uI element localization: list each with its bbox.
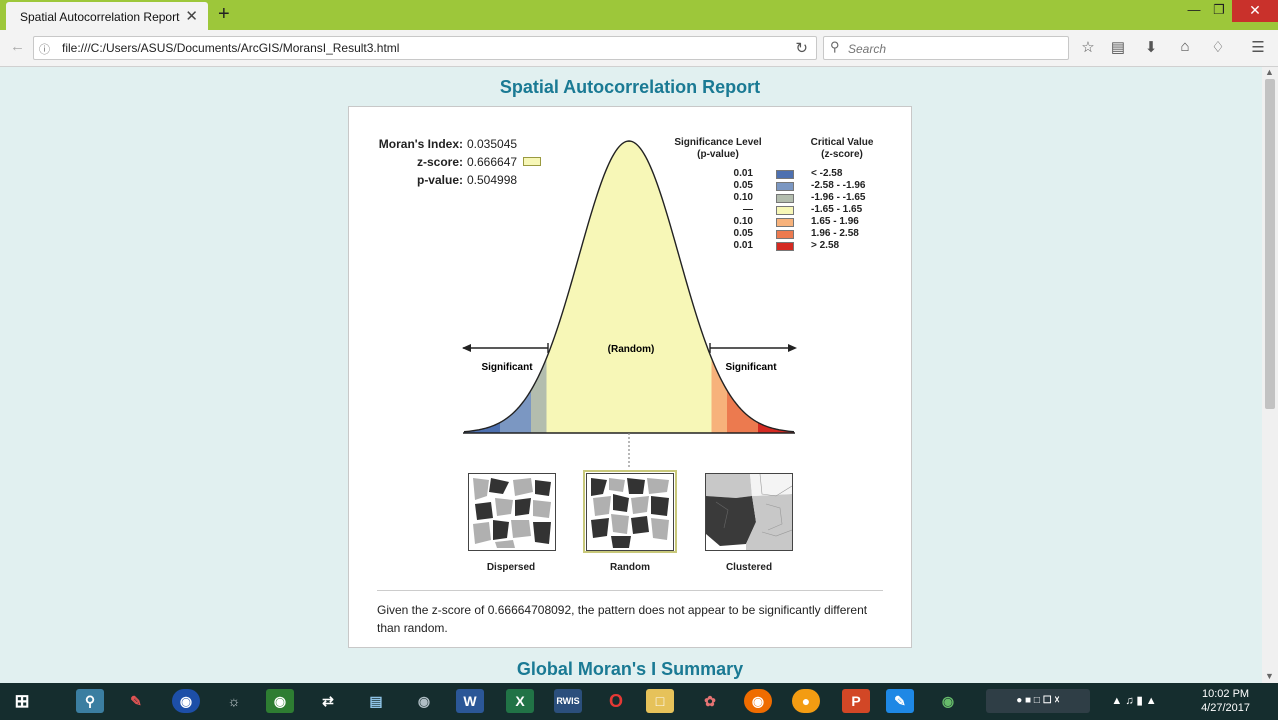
home-icon[interactable]: ⌂ — [1174, 38, 1196, 55]
curve-band — [546, 141, 712, 433]
clock-time: 10:02 PM — [1201, 688, 1250, 700]
tab-close-icon[interactable]: ✕ — [185, 7, 198, 25]
summary-title: Global Moran's I Summary — [516, 659, 744, 679]
pocket-icon[interactable]: ♢ — [1207, 38, 1229, 56]
windows-start-icon[interactable]: ⊞ — [8, 689, 36, 713]
document-app-icon[interactable]: ▤ — [362, 689, 390, 713]
downloads-icon[interactable]: ⬇ — [1140, 38, 1162, 56]
firefox-icon[interactable]: ◉ — [744, 689, 772, 713]
navigation-bar: ← ⓘ file:///C:/Users/ASUS/Documents/ArcG… — [0, 30, 1278, 67]
url-bar[interactable]: ⓘ file:///C:/Users/ASUS/Documents/ArcGIS… — [33, 36, 817, 60]
url-text[interactable]: file:///C:/Users/ASUS/Documents/ArcGIS/M… — [62, 41, 399, 55]
disc-app-icon[interactable]: ◉ — [410, 689, 438, 713]
chrome-icon[interactable]: ◉ — [266, 689, 294, 713]
taskbar-clock[interactable]: 10:02 PM 4/27/2017 — [1201, 687, 1250, 715]
windows-taskbar: ⊞ ⚲ ✎ ◉ ☼ ◉ ⇄ ▤ ◉ W X RWIS O □ ✿ ◉ ● P ✎… — [0, 683, 1278, 720]
significant-right-label: Significant — [725, 362, 777, 373]
browser-tab[interactable]: Spatial Autocorrelation Report ✕ — [6, 2, 208, 30]
page-content: Spatial Autocorrelation Report Moran's I… — [0, 67, 1262, 683]
system-tray-icons[interactable]: ▲ ♫ ▮ ▲ — [1094, 689, 1174, 713]
browser-title-bar: Spatial Autocorrelation Report ✕ + — ❐ ✕ — [0, 0, 1278, 30]
dispersed-label: Dispersed — [486, 562, 536, 573]
significant-left-label: Significant — [481, 362, 533, 373]
pen-tool-app-icon[interactable]: ✎ — [886, 689, 914, 713]
minimize-button[interactable]: — — [1182, 2, 1206, 17]
search-input[interactable] — [846, 40, 1050, 58]
excel-icon[interactable]: X — [506, 689, 534, 713]
right-arrow — [709, 343, 797, 353]
powerpoint-icon[interactable]: P — [842, 689, 870, 713]
left-arrow — [462, 343, 549, 353]
scroll-thumb[interactable] — [1265, 79, 1275, 409]
dispersed-map[interactable] — [468, 473, 556, 551]
report-title: Spatial Autocorrelation Report — [499, 77, 761, 97]
paint-app-icon[interactable]: ✿ — [696, 689, 724, 713]
word-icon[interactable]: W — [456, 689, 484, 713]
back-arrow-icon[interactable]: ← — [10, 38, 25, 55]
tab-title: Spatial Autocorrelation Report — [20, 10, 180, 24]
opera-icon[interactable]: O — [602, 689, 630, 713]
scroll-down-icon[interactable]: ▼ — [1265, 671, 1274, 681]
curve-band — [531, 358, 547, 433]
interpretation-text: Given the z-score of 0.66664708092, the … — [377, 603, 868, 635]
recorder-controls[interactable]: ● ■ □ ☐ ☓ — [986, 689, 1090, 713]
reload-icon[interactable]: ↻ — [795, 39, 808, 57]
clock-date: 4/27/2017 — [1201, 702, 1250, 714]
network-app-icon[interactable]: ☼ — [220, 689, 248, 713]
clustered-label: Clustered — [725, 562, 773, 573]
report-panel: Moran's Index: 0.035045 z-score: 0.666647 … — [348, 106, 912, 648]
media-app-icon[interactable]: ● — [792, 689, 820, 713]
vertical-scrollbar[interactable]: ▲ ▼ — [1262, 67, 1278, 683]
window-close-button[interactable]: ✕ — [1232, 0, 1278, 22]
clustered-map[interactable] — [705, 473, 793, 551]
scroll-up-icon[interactable]: ▲ — [1265, 67, 1274, 77]
search-icon: ⚲ — [830, 39, 840, 54]
random-label: (Random) — [608, 344, 655, 355]
search-box[interactable]: ⚲ — [823, 36, 1069, 60]
new-tab-button[interactable]: + — [218, 3, 230, 26]
curve-bands — [464, 141, 794, 433]
random-map[interactable] — [586, 473, 674, 551]
earth-app-icon[interactable]: ◉ — [934, 689, 962, 713]
page-info-icon[interactable]: ⓘ — [39, 41, 50, 57]
search-app-icon[interactable]: ⚲ — [76, 689, 104, 713]
file-explorer-icon[interactable]: □ — [646, 689, 674, 713]
pen-app-icon[interactable]: ✎ — [122, 689, 150, 713]
menu-icon[interactable]: ☰ — [1247, 38, 1269, 56]
restore-button[interactable]: ❐ — [1207, 2, 1231, 18]
rwis-app-icon[interactable]: RWIS — [554, 689, 582, 713]
random-map-label: Random — [610, 562, 650, 573]
bookmark-star-icon[interactable]: ☆ — [1077, 38, 1099, 56]
globe-app-icon[interactable]: ◉ — [172, 689, 200, 713]
transfer-app-icon[interactable]: ⇄ — [314, 689, 342, 713]
bookmarks-list-icon[interactable]: ▤ — [1107, 38, 1129, 56]
section-divider — [377, 590, 883, 591]
